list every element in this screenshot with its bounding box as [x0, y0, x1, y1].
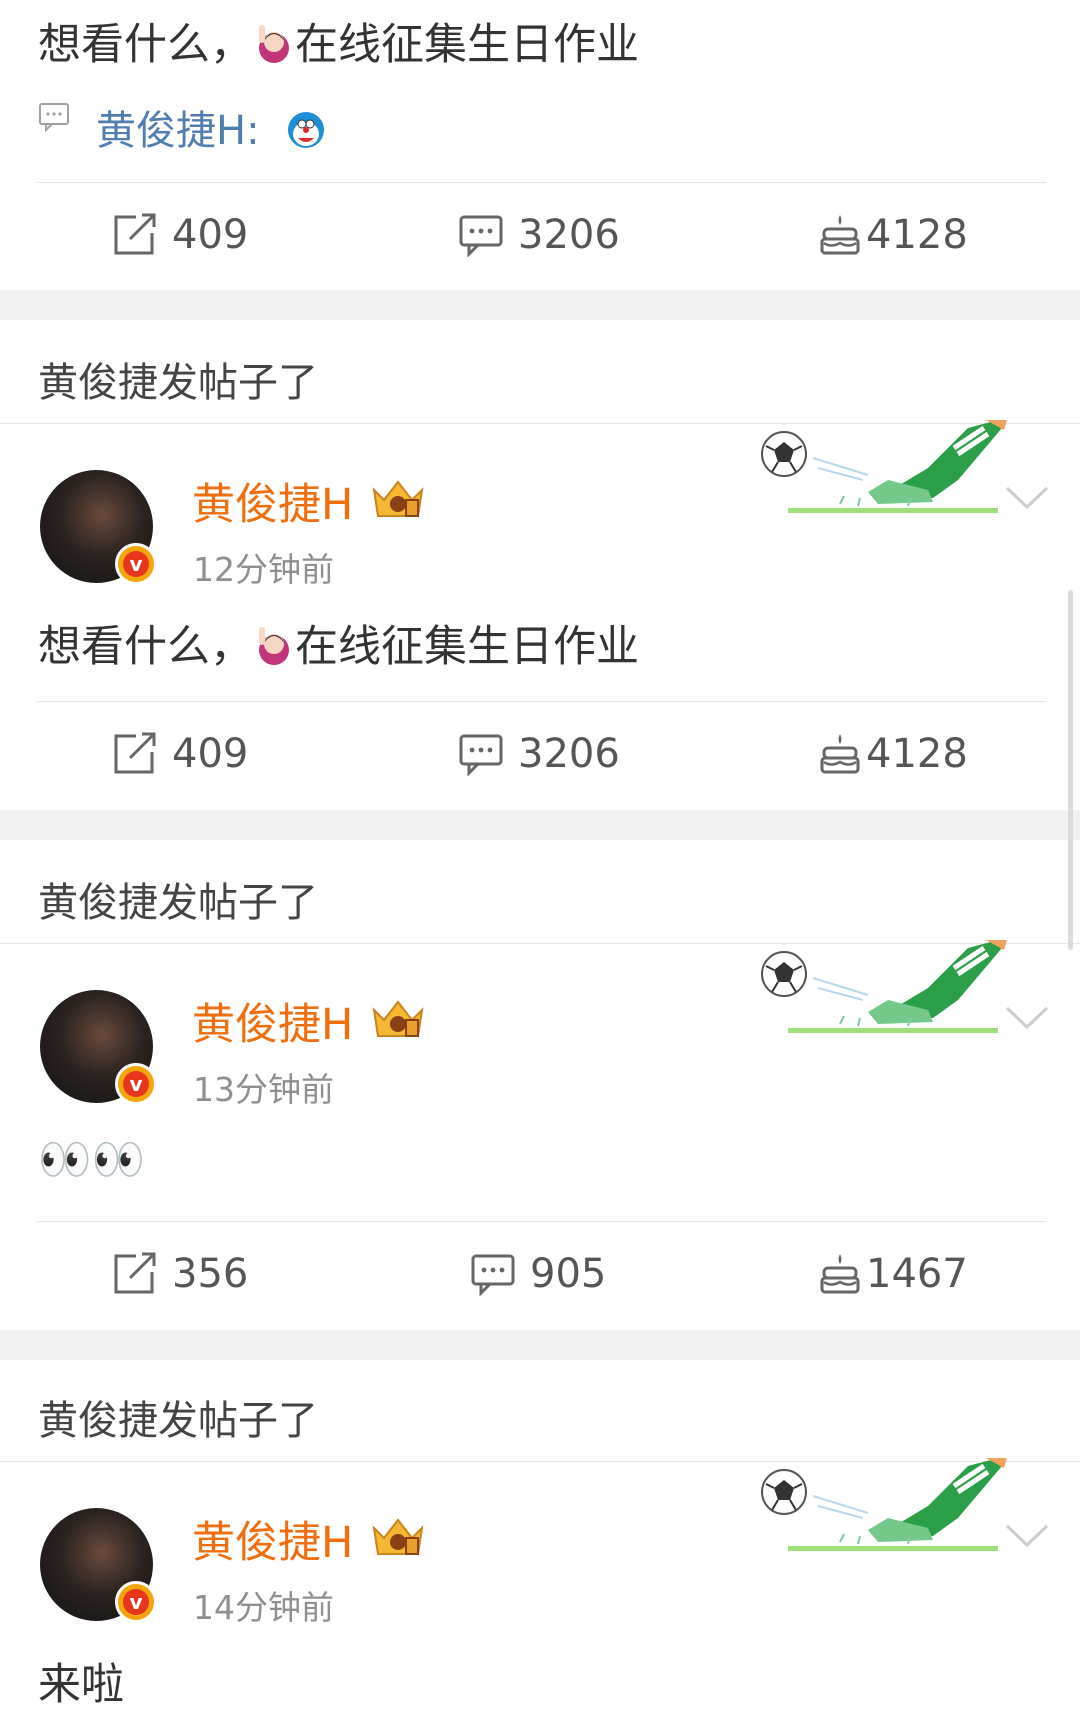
repost-button[interactable]: 409 — [112, 731, 248, 777]
comment-button[interactable]: 3206 — [458, 731, 620, 777]
section-title: 黄俊捷发帖子了 — [38, 880, 318, 926]
soccer-kick-icon — [761, 940, 1007, 1033]
divider — [36, 182, 1046, 183]
comment-icon — [459, 734, 503, 776]
scrollbar[interactable] — [1068, 590, 1073, 950]
author-name[interactable]: 黄俊捷H — [192, 990, 353, 1052]
comment-preview-icon — [39, 103, 69, 132]
feed-separator — [0, 810, 1080, 840]
comment-icon — [471, 1254, 515, 1296]
post-time: 13分钟前 — [193, 1070, 334, 1109]
comment-button[interactable]: 3206 — [458, 212, 620, 258]
like-button[interactable]: 4128 — [818, 212, 968, 258]
chevron-down-icon[interactable] — [1005, 485, 1049, 511]
verified-badge-icon: v — [115, 1063, 157, 1105]
crown-badge-icon[interactable] — [370, 996, 426, 1040]
like-cake-icon — [820, 1254, 860, 1294]
post-time: 14分钟前 — [193, 1588, 334, 1627]
like-button[interactable]: 1467 — [818, 1251, 968, 1297]
chevron-down-icon[interactable] — [1005, 1523, 1049, 1549]
soccer-kick-icon — [761, 1458, 1007, 1551]
comment-button[interactable]: 905 — [470, 1251, 606, 1297]
raising-hand-emoji-icon — [253, 625, 295, 667]
repost-icon — [114, 1252, 156, 1294]
repost-icon — [114, 732, 156, 774]
crown-badge-icon[interactable] — [370, 1514, 426, 1558]
chevron-down-icon[interactable] — [1005, 1005, 1049, 1031]
crown-badge-icon[interactable] — [370, 476, 426, 520]
soccer-kick-icon — [761, 420, 1007, 513]
post-text: 想看什么， 在线征集生日作业 — [38, 20, 639, 70]
comment-preview-user[interactable]: 黄俊捷H: — [96, 108, 260, 154]
post-text: 来啦 — [38, 1660, 124, 1710]
author-name[interactable]: 黄俊捷H — [192, 1508, 353, 1570]
repost-icon — [114, 213, 156, 255]
like-cake-icon — [820, 734, 860, 774]
repost-button[interactable]: 409 — [112, 212, 248, 258]
feed-separator — [0, 290, 1080, 320]
feed-separator — [0, 1330, 1080, 1360]
raising-hand-emoji-icon — [253, 23, 295, 65]
author-name[interactable]: 黄俊捷H — [192, 470, 353, 532]
verified-badge-icon: v — [115, 1581, 157, 1623]
divider — [36, 1221, 1046, 1222]
divider — [36, 701, 1046, 702]
section-title: 黄俊捷发帖子了 — [38, 360, 318, 406]
repost-button[interactable]: 356 — [112, 1251, 248, 1297]
like-button[interactable]: 4128 — [818, 731, 968, 777]
verified-badge-icon: v — [115, 543, 157, 585]
section-title: 黄俊捷发帖子了 — [38, 1398, 318, 1444]
post-time: 12分钟前 — [193, 550, 334, 589]
like-cake-icon — [820, 215, 860, 255]
post-text: 👀👀 — [38, 1135, 146, 1185]
doraemon-emoji-icon — [286, 110, 326, 150]
post-text: 想看什么， 在线征集生日作业 — [38, 622, 639, 672]
comment-icon — [459, 215, 503, 257]
